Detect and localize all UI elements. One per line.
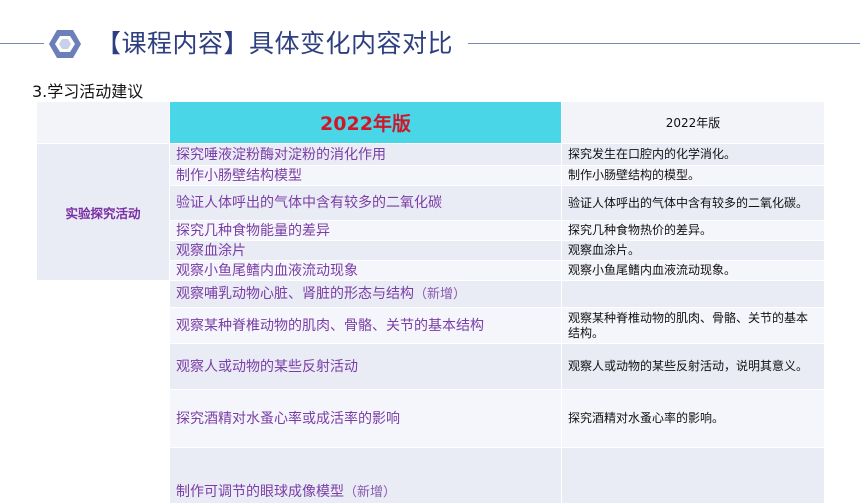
- header-corner-cell: [36, 101, 170, 144]
- header-divider-right: [468, 43, 860, 44]
- table-row: 观察某种脊椎动物的肌肉、骨骼、关节的基本结构 观察某种脊椎动物的肌肉、骨骼、关节…: [36, 307, 825, 344]
- column-header-old: 2022年版: [561, 101, 825, 144]
- empty-category-cell: [36, 389, 170, 448]
- empty-category-cell: [36, 307, 170, 344]
- old-activity-cell: 观察某种脊椎动物的肌肉、骨骼、关节的基本结构。: [561, 307, 825, 344]
- old-activity-cell: 验证人体呼出的气体中含有较多的二氧化碳。: [561, 185, 825, 221]
- empty-category-cell: [36, 343, 170, 390]
- new-activity-cell: 观察某种脊椎动物的肌肉、骨骼、关节的基本结构: [169, 307, 562, 344]
- table-row: 实验探究活动 探究唾液淀粉酶对淀粉的消化作用 探究发生在口腔内的化学消化。: [36, 143, 825, 281]
- old-activity-cell: 观察血涂片。: [561, 240, 825, 261]
- old-activity-cell: 探究发生在口腔内的化学消化。: [561, 143, 825, 166]
- header-divider-left: [0, 43, 44, 44]
- old-activity-cell: 探究酒精对水蚤心率的影响。: [561, 389, 825, 448]
- table-row: 观察人或动物的某些反射活动 观察人或动物的某些反射活动，说明其意义。: [36, 343, 825, 390]
- old-activity-cell: [561, 280, 825, 308]
- new-activity-text: 观察哺乳动物心脏、肾脏的形态与结构: [176, 285, 414, 302]
- comparison-table: 2022年版 2022年版 实验探究活动 探究唾液淀粉酶对淀粉的消化作用 探究发…: [36, 101, 825, 504]
- new-activity-cell: 制作小肠壁结构模型: [169, 165, 562, 186]
- column-header-new: 2022年版: [169, 101, 562, 144]
- new-activity-cell: 制作可调节的眼球成像模型（新增）: [169, 447, 562, 504]
- old-activity-cell: [561, 447, 825, 504]
- new-added-note: （新增）: [344, 485, 397, 500]
- new-activity-cell: 验证人体呼出的气体中含有较多的二氧化碳: [169, 185, 562, 221]
- new-activity-cell: 观察小鱼尾鳍内血液流动现象: [169, 260, 562, 281]
- new-activity-cell: 观察哺乳动物心脏、肾脏的形态与结构（新增）: [169, 280, 562, 308]
- new-activity-cell: 观察人或动物的某些反射活动: [169, 343, 562, 390]
- new-activity-text: 制作可调节的眼球成像模型: [176, 484, 344, 500]
- new-activity-cell: 探究酒精对水蚤心率或成活率的影响: [169, 389, 562, 448]
- old-activity-cell: 观察小鱼尾鳍内血液流动现象。: [561, 260, 825, 281]
- new-activity-cell: 探究几种食物能量的差异: [169, 220, 562, 241]
- new-added-note: （新增）: [414, 286, 467, 302]
- table-row: 观察哺乳动物心脏、肾脏的形态与结构（新增）: [36, 280, 825, 308]
- empty-category-cell: [36, 280, 170, 308]
- table-row: 探究酒精对水蚤心率或成活率的影响 探究酒精对水蚤心率的影响。: [36, 389, 825, 448]
- empty-category-cell: [36, 447, 170, 504]
- new-activity-cell: 观察血涂片: [169, 240, 562, 261]
- hexagon-logo-icon: [49, 30, 81, 58]
- old-activity-cell: 制作小肠壁结构的模型。: [561, 165, 825, 186]
- page-title: 【课程内容】具体变化内容对比: [96, 29, 454, 58]
- new-activity-cell: 探究唾液淀粉酶对淀粉的消化作用: [169, 143, 562, 166]
- section-heading: 3.学习活动建议: [32, 82, 144, 101]
- old-activity-cell: 探究几种食物热价的差异。: [561, 220, 825, 241]
- table-row: 制作可调节的眼球成像模型（新增）: [36, 447, 825, 504]
- category-cell: 实验探究活动: [36, 143, 170, 281]
- table-header-row: 2022年版 2022年版: [36, 101, 825, 144]
- old-activity-cell: 观察人或动物的某些反射活动，说明其意义。: [561, 343, 825, 390]
